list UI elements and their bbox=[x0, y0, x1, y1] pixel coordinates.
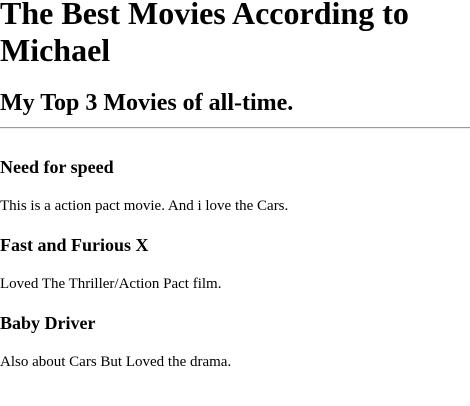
page-title: The Best Movies According to Michael bbox=[0, 0, 409, 68]
movie-entry-fast-and-furious-x: Fast and Furious X Loved The Thriller/Ac… bbox=[0, 235, 470, 292]
movie-description: Loved The Thriller/Action Pact film. bbox=[0, 276, 222, 292]
page-subtitle: My Top 3 Movies of all-time. bbox=[0, 90, 294, 116]
movie-description: Also about Cars But Loved the drama. bbox=[0, 354, 232, 370]
movie-title: Need for speed bbox=[0, 157, 114, 177]
movie-title: Fast and Furious X bbox=[0, 235, 149, 255]
movie-entry-baby-driver: Baby Driver Also about Cars But Loved th… bbox=[0, 313, 470, 370]
movie-description: This is a action pact movie. And i love … bbox=[0, 198, 289, 214]
page: The Best Movies According to Michael My … bbox=[0, 0, 470, 406]
movie-title: Baby Driver bbox=[0, 313, 96, 333]
horizontal-divider bbox=[0, 127, 470, 129]
movie-entry-need-for-speed: Need for speed This is a action pact mov… bbox=[0, 157, 470, 214]
